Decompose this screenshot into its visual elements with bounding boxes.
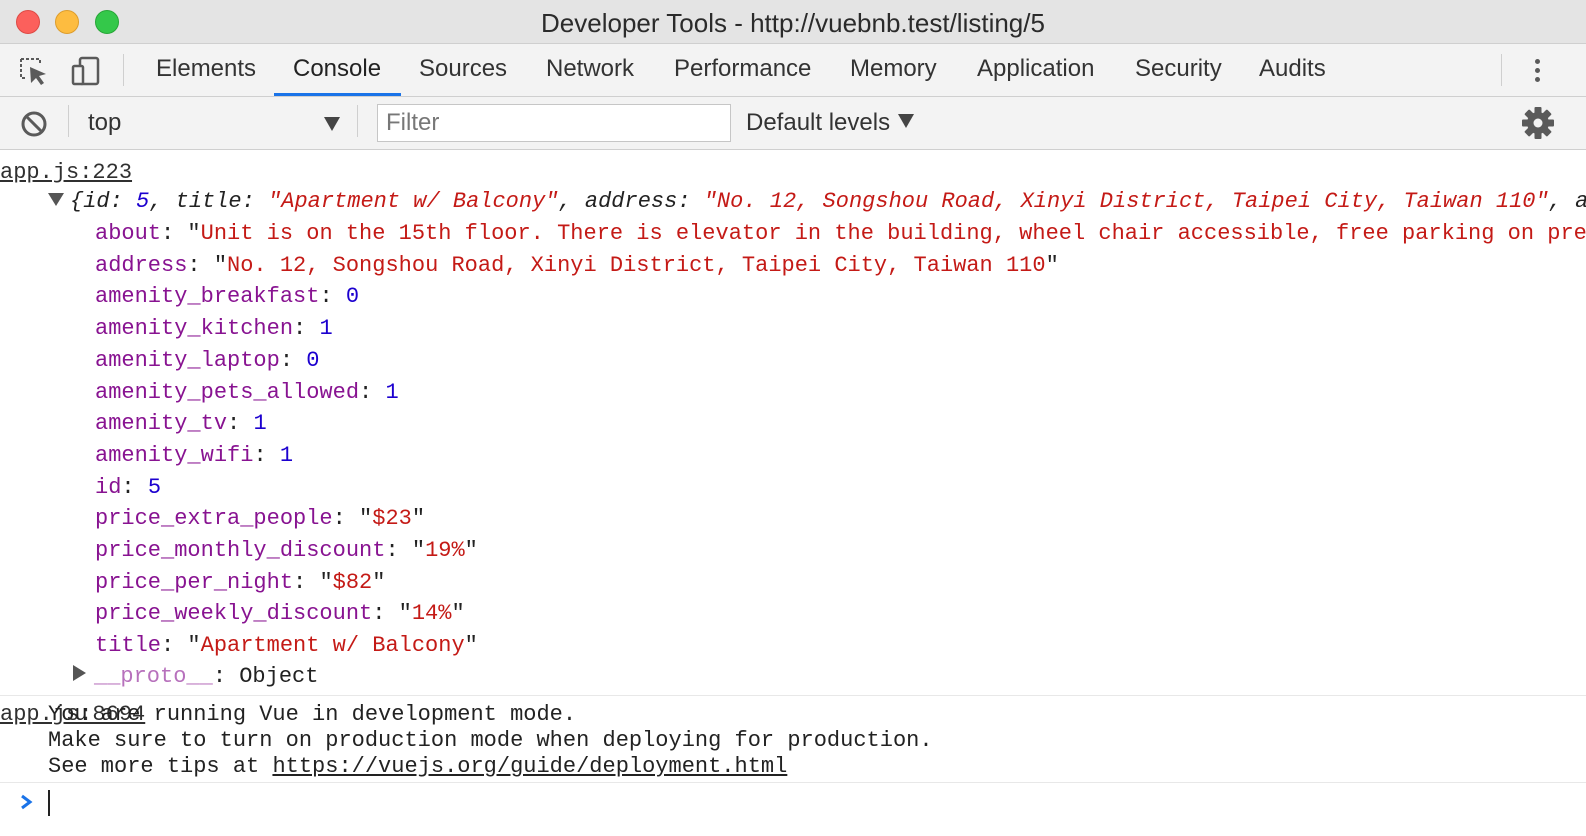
tab-application[interactable]: Application bbox=[958, 44, 1113, 96]
object-property-row: amenity_wifi: 1 bbox=[95, 442, 294, 468]
expand-triangle-icon[interactable] bbox=[48, 193, 64, 206]
deployment-guide-link[interactable]: https://vuejs.org/guide/deployment.html bbox=[272, 754, 787, 779]
gear-icon[interactable] bbox=[1521, 106, 1555, 140]
device-toolbar-icon[interactable] bbox=[70, 56, 102, 86]
devtools-tab-bar: Elements Console Sources Network Perform… bbox=[0, 44, 1586, 97]
console-toolbar: top Default levels bbox=[0, 97, 1586, 150]
dropdown-arrow-icon bbox=[324, 117, 340, 131]
property-value: 1 bbox=[253, 411, 267, 437]
property-value: 0 bbox=[345, 284, 360, 310]
object-property-row: price_weekly_discount: "14%" bbox=[95, 601, 465, 627]
context-value: top bbox=[88, 109, 122, 136]
proto-key: __proto__ bbox=[94, 664, 213, 689]
property-key: amenity_laptop bbox=[95, 347, 280, 373]
object-property-row: price_monthly_discount: "19%" bbox=[95, 538, 478, 563]
toolbar-divider bbox=[357, 105, 358, 137]
property-value: "No. 12, Songshou Road, Xinyi District, … bbox=[213, 252, 1059, 278]
property-key: id bbox=[95, 474, 122, 500]
property-key: price_weekly_discount bbox=[95, 601, 373, 627]
property-key: price_extra_people bbox=[95, 506, 333, 532]
toolbar-divider bbox=[1501, 54, 1502, 86]
tab-console[interactable]: Console bbox=[274, 44, 401, 96]
dropdown-arrow-icon bbox=[898, 114, 915, 128]
context-selector[interactable]: top bbox=[78, 103, 346, 143]
property-key: about bbox=[95, 221, 162, 246]
message-divider bbox=[0, 695, 1586, 696]
property-value: "$23" bbox=[359, 506, 426, 532]
inspect-element-icon[interactable] bbox=[18, 56, 50, 86]
property-key: amenity_pets_allowed bbox=[95, 379, 360, 405]
toolbar-divider bbox=[123, 54, 124, 86]
more-options-icon[interactable] bbox=[1527, 56, 1547, 86]
property-value: 1 bbox=[279, 442, 294, 468]
property-value: 5 bbox=[147, 474, 162, 500]
object-property-row: title: "Apartment w/ Balcony" bbox=[95, 633, 478, 659]
proto-row[interactable]: __proto__: Object bbox=[73, 661, 318, 693]
message-line: You are running Vue in development mode. bbox=[48, 702, 577, 727]
toolbar-divider bbox=[68, 105, 69, 137]
object-property-row: amenity_kitchen: 1 bbox=[95, 316, 333, 342]
object-property-row: amenity_pets_allowed: 1 bbox=[95, 379, 399, 405]
property-value: 1 bbox=[319, 316, 333, 342]
property-key: address bbox=[95, 252, 188, 278]
window-title-bar: Developer Tools - http://vuebnb.test/lis… bbox=[0, 0, 1586, 44]
tab-performance[interactable]: Performance bbox=[655, 44, 830, 96]
object-property-row: amenity_tv: 1 bbox=[95, 411, 267, 437]
tab-security[interactable]: Security bbox=[1116, 44, 1241, 96]
window-title: Developer Tools - http://vuebnb.test/lis… bbox=[541, 8, 1045, 38]
tab-memory[interactable]: Memory bbox=[831, 44, 956, 96]
object-property-row: price_per_night: "$82" bbox=[95, 569, 386, 595]
object-property-row: price_extra_people: "$23" bbox=[95, 506, 426, 532]
property-value: "14%" bbox=[398, 601, 465, 627]
object-property-row: id: 5 bbox=[95, 474, 162, 500]
object-property-row: about: "Unit is on the 15th floor. There… bbox=[95, 221, 1586, 246]
expand-triangle-icon[interactable] bbox=[73, 665, 86, 681]
log-levels-dropdown[interactable]: Default levels bbox=[746, 103, 915, 143]
log-levels-label: Default levels bbox=[746, 109, 891, 136]
clear-console-icon[interactable] bbox=[20, 110, 48, 138]
property-key: amenity_wifi bbox=[95, 442, 254, 468]
property-value: 0 bbox=[306, 347, 320, 373]
object-property-row: amenity_laptop: 0 bbox=[95, 347, 320, 373]
message-divider bbox=[0, 782, 1586, 783]
chevron-right-icon bbox=[21, 794, 33, 810]
object-property-row: address: "No. 12, Songshou Road, Xinyi D… bbox=[95, 252, 1059, 278]
property-key: amenity_tv bbox=[95, 411, 228, 437]
tab-elements[interactable]: Elements bbox=[137, 44, 275, 96]
property-key: price_monthly_discount bbox=[95, 538, 386, 563]
source-link[interactable]: app.js:223 bbox=[0, 157, 1513, 189]
property-value: "Unit is on the 15th floor. There is ele… bbox=[187, 221, 1586, 246]
object-summary-row[interactable]: {id: 5, title: "Apartment w/ Balcony", a… bbox=[48, 186, 1586, 218]
proto-value: Object bbox=[239, 664, 319, 689]
message-line: Make sure to turn on production mode whe… bbox=[48, 728, 933, 753]
tab-audits[interactable]: Audits bbox=[1240, 44, 1345, 96]
property-key: title bbox=[95, 633, 162, 659]
filter-input[interactable] bbox=[377, 104, 731, 142]
property-key: price_per_night bbox=[95, 569, 294, 595]
property-key: amenity_kitchen bbox=[95, 316, 294, 342]
tab-sources[interactable]: Sources bbox=[400, 44, 526, 96]
property-value: "Apartment w/ Balcony" bbox=[187, 633, 478, 659]
tab-network[interactable]: Network bbox=[527, 44, 653, 96]
message-line: See more tips at https://vuejs.org/guide… bbox=[48, 754, 788, 779]
property-value: "$82" bbox=[319, 569, 386, 595]
property-value: "19%" bbox=[411, 538, 478, 563]
property-value: 1 bbox=[385, 379, 399, 405]
console-input-caret[interactable] bbox=[48, 790, 50, 816]
property-key: amenity_breakfast bbox=[95, 284, 320, 310]
object-property-row: amenity_breakfast: 0 bbox=[95, 284, 360, 310]
